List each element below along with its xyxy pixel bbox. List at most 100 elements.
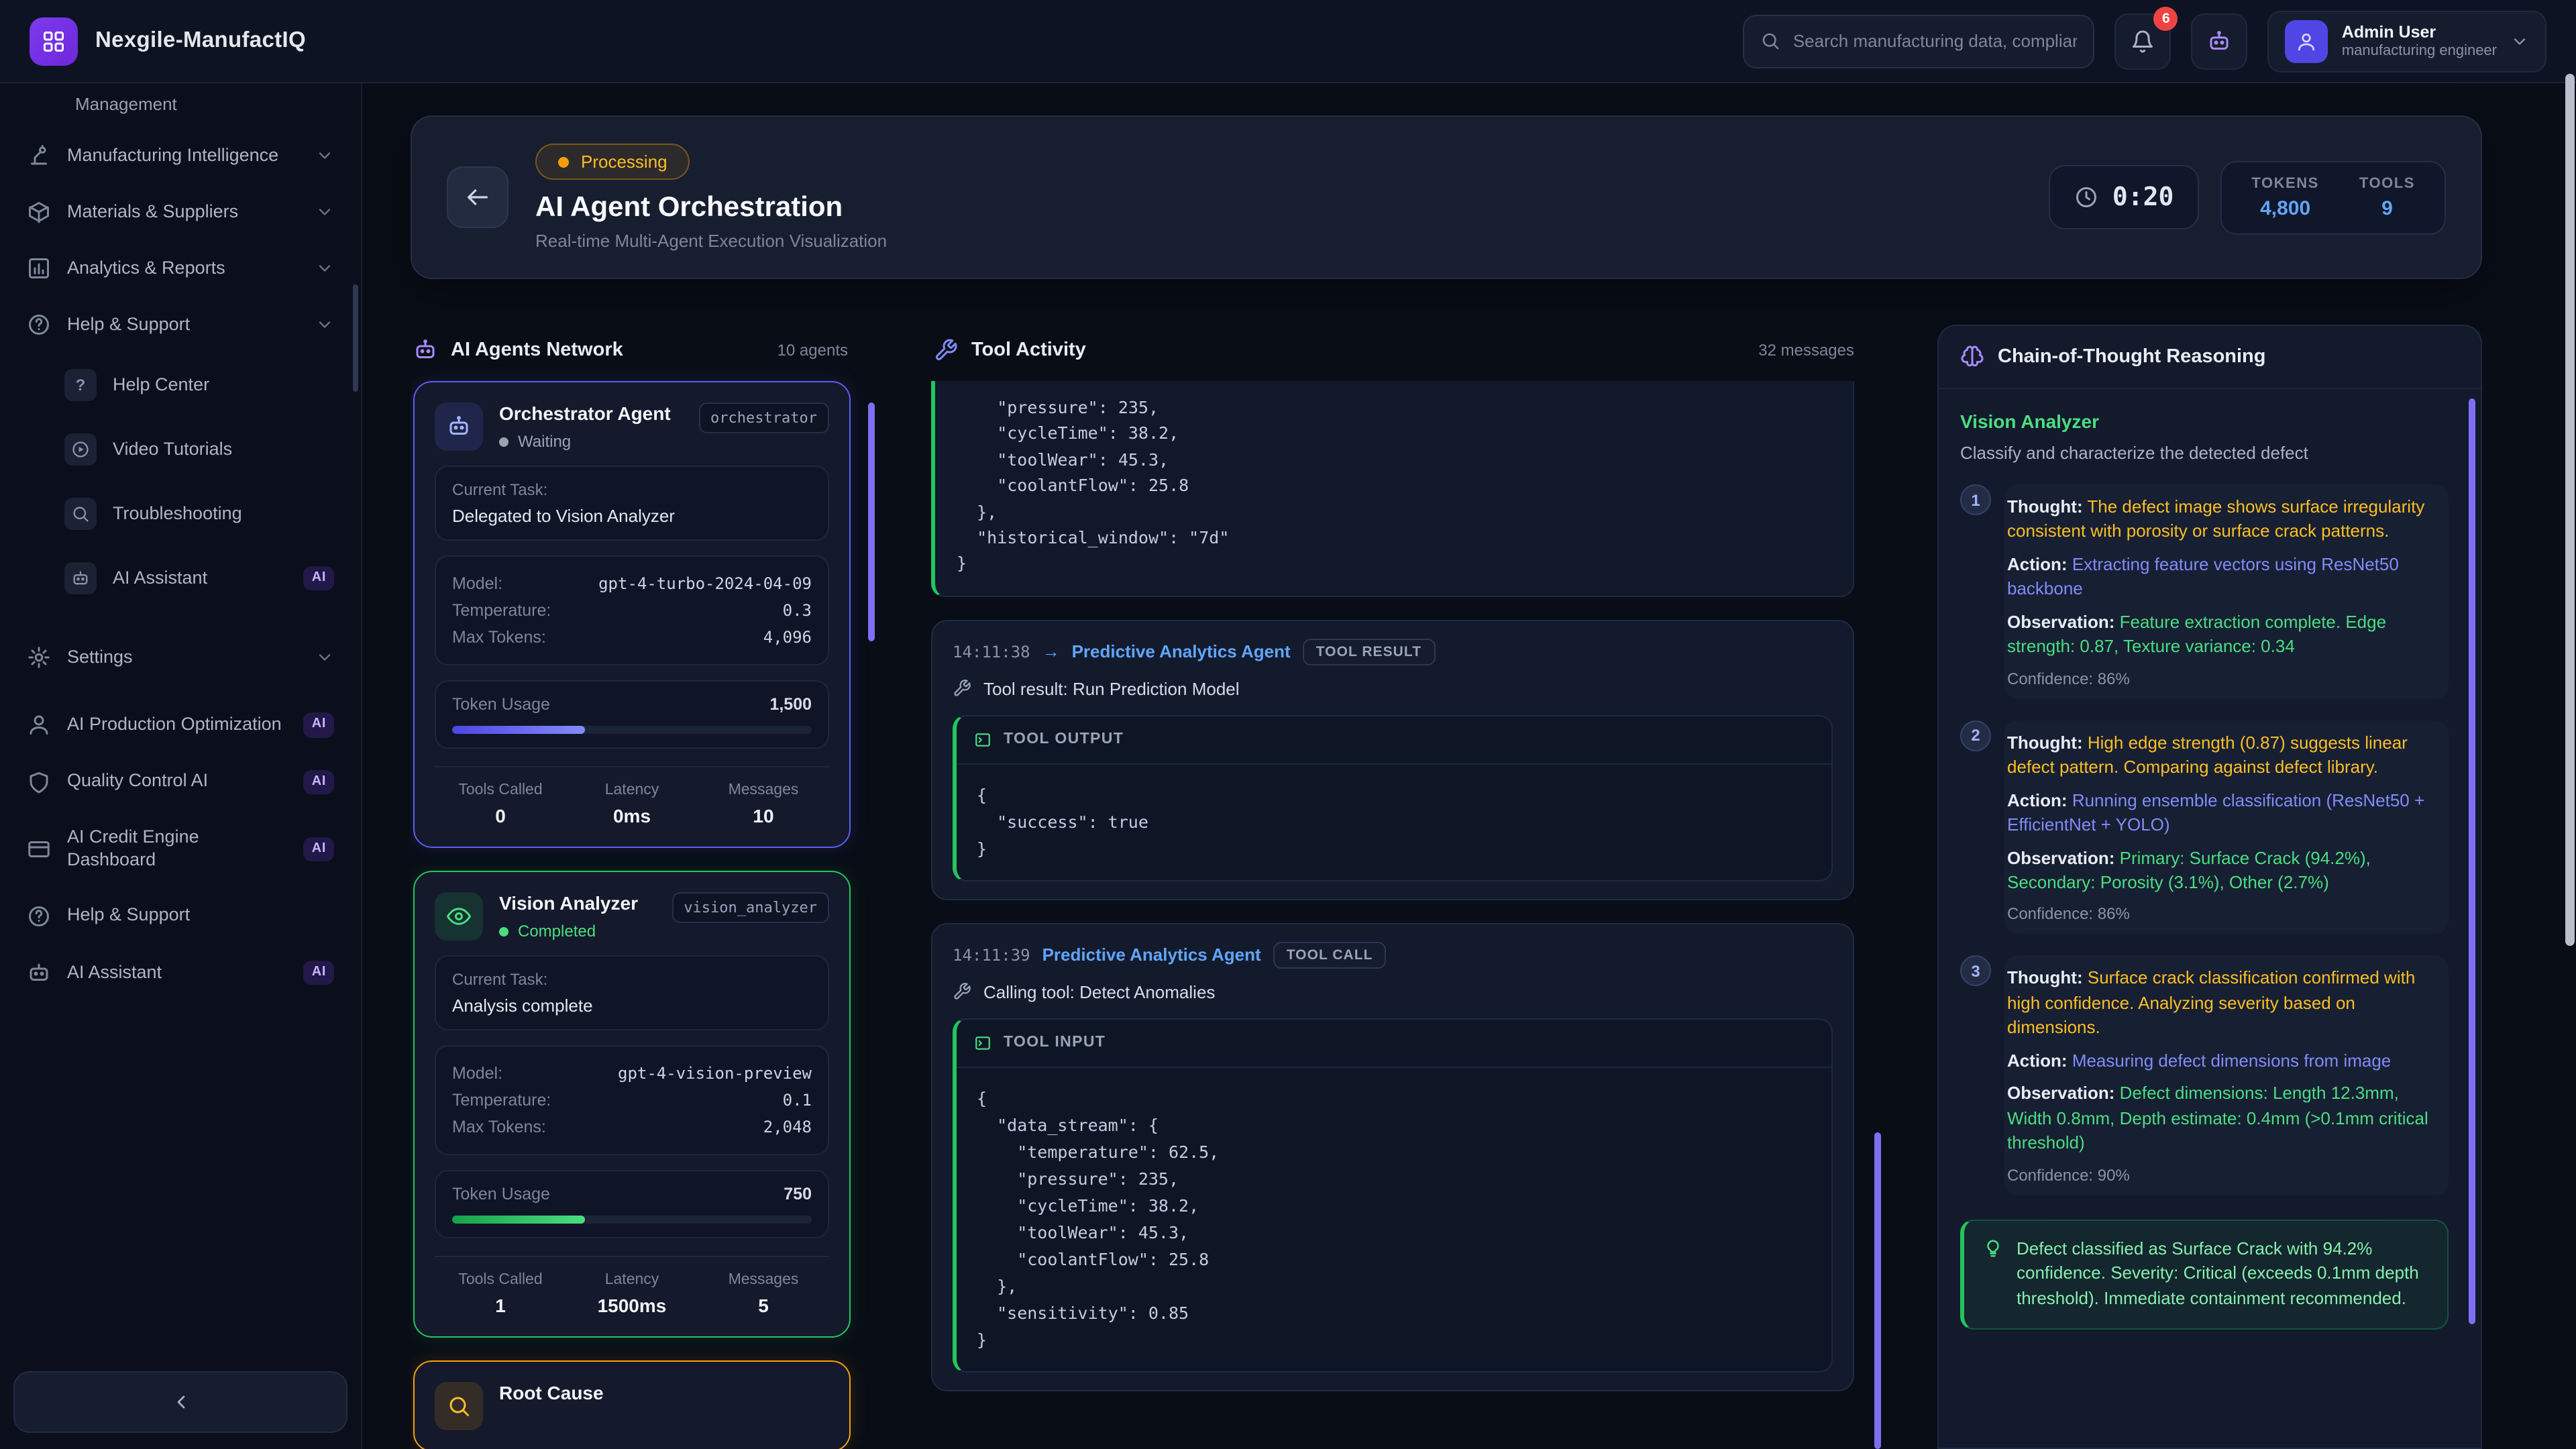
nav-label: AI Assistant (67, 961, 288, 984)
sidebar-collapse-button[interactable] (13, 1371, 347, 1433)
tokens-label: TOKENS (2251, 175, 2319, 191)
page-scrollbar[interactable] (2565, 74, 2575, 946)
panel-title: Chain-of-Thought Reasoning (1998, 346, 2266, 368)
model-value: gpt-4-vision-preview (618, 1064, 812, 1083)
notifications-button[interactable]: 6 (2115, 13, 2171, 69)
model-params-box: Model: gpt-4-vision-preview Temperature:… (435, 1045, 829, 1155)
tools-called-value: 0 (435, 805, 566, 826)
agent-header: Orchestrator Agent Waiting orchestrator (435, 402, 829, 451)
message-summary: Calling tool: Detect Anomalies (953, 981, 1833, 1002)
agent-meta: Root Cause (499, 1382, 829, 1403)
token-usage-label: Token Usage (452, 1185, 550, 1203)
reasoning-header: Chain-of-Thought Reasoning (1939, 326, 2481, 389)
step-number: 3 (1960, 956, 1991, 987)
temperature-value: 0.3 (783, 601, 812, 620)
help-circle-icon (27, 904, 51, 928)
sidebar-item-quality-control-ai[interactable]: Quality Control AI AI (13, 753, 347, 810)
message-type-badge: TOOL CALL (1273, 941, 1387, 968)
current-task-label: Current Task: (452, 480, 812, 499)
ai-badge: AI (304, 769, 334, 794)
person-icon (27, 713, 51, 737)
ai-badge: AI (304, 837, 334, 861)
sidebar-item-help-support[interactable]: Help & Support (13, 297, 347, 353)
agent-status: Completed (499, 922, 655, 941)
topbar: Nexgile-ManufactIQ 6 (0, 0, 2576, 83)
chevron-left-icon (170, 1391, 191, 1413)
sidebar-item-analytics-reports[interactable]: Analytics & Reports (13, 240, 347, 297)
agent-card-orchestrator[interactable]: Orchestrator Agent Waiting orchestrator … (413, 381, 851, 848)
sidebar-scrollbar[interactable] (353, 284, 358, 392)
messages-count: 32 messages (1758, 341, 1881, 360)
execution-metrics: 0:20 TOKENS 4,800 TOOLS 9 (2049, 160, 2446, 234)
sidebar-item-settings[interactable]: Settings (13, 629, 347, 686)
agent-card-vision-analyzer[interactable]: Vision Analyzer Completed vision_analyze… (413, 871, 851, 1338)
user-menu[interactable]: Admin User manufacturing engineer (2268, 10, 2546, 72)
observation-label: Observation: (2007, 612, 2114, 632)
action-label: Action: (2007, 790, 2068, 810)
max-tokens-row: Max Tokens: 2,048 (452, 1114, 812, 1140)
user-meta: Admin User manufacturing engineer (2342, 23, 2497, 59)
sidebar-item-management[interactable]: Management (13, 91, 347, 127)
sidebar-item-manufacturing-intelligence[interactable]: Manufacturing Intelligence (13, 127, 347, 184)
clock-icon (2075, 185, 2099, 209)
tool-activity-scrollbar[interactable] (1874, 1132, 1881, 1449)
tools-called-stat: Tools Called 1 (435, 1272, 566, 1316)
status-label: Completed (518, 922, 596, 941)
back-button[interactable] (447, 166, 508, 228)
nav-label: Help & Support (67, 313, 299, 336)
messages-stat: Messages 10 (698, 782, 829, 826)
tool-message-result[interactable]: 14:11:38 → Predictive Analytics Agent TO… (931, 619, 1854, 900)
sidebar-item-ai-production-optimization[interactable]: AI Production Optimization AI (13, 696, 347, 753)
current-task-label: Current Task: (452, 970, 812, 989)
max-tokens-row: Max Tokens: 4,096 (452, 624, 812, 651)
app-logo-icon (30, 17, 78, 65)
nav-label: Help Center (113, 374, 334, 396)
message-summary-text: Tool result: Run Prediction Model (983, 678, 1240, 698)
tokens-value: 4,800 (2251, 197, 2319, 219)
sidebar-item-help-center[interactable]: ? Help Center (13, 353, 347, 417)
sidebar-item-ai-assistant-bottom[interactable]: AI Assistant AI (13, 945, 347, 1002)
sidebar-item-ai-assistant[interactable]: AI Assistant AI (13, 546, 347, 610)
sidebar-item-help-support-secondary[interactable]: Help & Support (13, 888, 347, 945)
agent-status: Waiting (499, 432, 682, 451)
agent-header: Vision Analyzer Completed vision_analyze… (435, 892, 829, 941)
token-usage-value: 750 (784, 1185, 812, 1203)
notification-count-badge: 6 (2154, 6, 2178, 30)
box-icon (27, 200, 51, 224)
nav-label: AI Production Optimization (67, 714, 288, 737)
page-subtitle: Real-time Multi-Agent Execution Visualiz… (535, 231, 887, 251)
tool-message-call[interactable]: 14:11:39 Predictive Analytics Agent TOOL… (931, 922, 1854, 1391)
bot-icon (27, 961, 51, 985)
sidebar-item-troubleshooting[interactable]: Troubleshooting (13, 482, 347, 546)
tool-output-label: TOOL OUTPUT (1004, 731, 1124, 747)
nav-label: Quality Control AI (67, 771, 288, 794)
temperature-label: Temperature: (452, 601, 551, 620)
sidebar-item-ai-credit-engine-dashboard[interactable]: AI Credit Engine Dashboard AI (13, 810, 347, 888)
tool-input-header: TOOL INPUT (957, 1019, 1831, 1067)
temperature-row: Temperature: 0.3 (452, 597, 812, 624)
agent-meta: Orchestrator Agent Waiting (499, 402, 682, 451)
search-input[interactable] (1793, 31, 2078, 51)
conclusion-text: Defect classified as Surface Crack with … (2017, 1236, 2428, 1312)
global-search[interactable] (1743, 14, 2095, 68)
ai-assistant-button[interactable] (2192, 13, 2248, 69)
execution-header: Processing AI Agent Orchestration Real-t… (411, 115, 2482, 279)
sidebar-item-video-tutorials[interactable]: Video Tutorials (13, 417, 347, 482)
sidebar-item-materials-suppliers[interactable]: Materials & Suppliers (13, 184, 347, 240)
agents-scrollbar[interactable] (868, 402, 875, 641)
step-number: 1 (1960, 484, 1991, 515)
bot-icon (64, 562, 97, 594)
shield-icon (27, 770, 51, 794)
reasoning-step-2: 2 Thought: High edge strength (0.87) sug… (1960, 720, 2449, 934)
confidence-text: Confidence: 86% (2007, 669, 2446, 688)
current-task-box: Current Task: Delegated to Vision Analyz… (435, 466, 829, 541)
tools-value: 9 (2359, 197, 2415, 219)
current-task-value: Analysis complete (452, 996, 812, 1016)
lightbulb-icon (1983, 1238, 2003, 1312)
agent-card-root-cause[interactable]: Root Cause (413, 1360, 851, 1449)
agent-meta: Vision Analyzer Completed (499, 892, 655, 941)
reasoning-scrollbar[interactable] (2469, 398, 2475, 1324)
agent-type-tag: vision_analyzer (672, 892, 829, 923)
status-dot (558, 156, 569, 167)
user-role: manufacturing engineer (2342, 43, 2497, 59)
